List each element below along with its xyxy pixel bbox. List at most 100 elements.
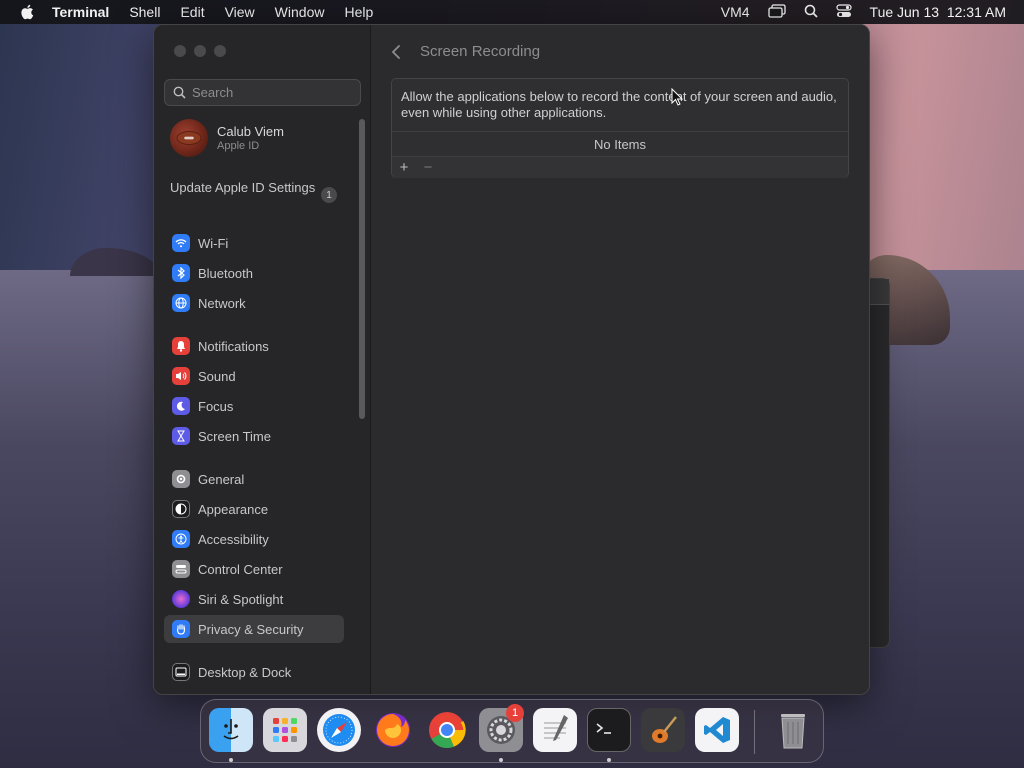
apple-id-account[interactable]: Calub Viem Apple ID [170,119,284,157]
screen-recording-pane: Screen Recording Allow the applications … [371,25,869,694]
menu-bar: Terminal Shell Edit View Window Help VM4… [0,0,1024,24]
clock-datetime[interactable]: Tue Jun 13 12:31 AM [870,4,1006,20]
sidebar-item-label: Bluetooth [198,265,253,281]
sidebar-item-label: Network [198,295,246,311]
search-icon [173,86,186,99]
menu-app-name[interactable]: Terminal [52,4,109,20]
wallpaper-island [70,248,160,276]
empty-list-text: No Items [392,131,848,157]
screen-recording-app-list: Allow the applications below to record t… [391,78,849,178]
sidebar-item-label: General [198,471,245,487]
sidebar-item-screen-time[interactable]: Screen Time [164,422,344,450]
page-title: Screen Recording [420,43,541,60]
hourglass-icon [172,427,190,445]
sidebar-item-wifi[interactable]: Wi-Fi [164,229,344,257]
sidebar-item-privacy-security[interactable]: Privacy & Security [164,615,344,643]
system-settings-badge: 1 [506,704,524,722]
update-count-badge: 1 [321,187,337,203]
spotlight-search-icon[interactable] [804,4,818,21]
dock: 1 [200,699,824,763]
dock-launchpad-icon[interactable] [263,708,307,752]
sidebar-item-label: Sound [198,368,236,384]
update-apple-id-settings[interactable]: Update Apple ID Settings [170,180,340,196]
sidebar-item-network[interactable]: Network [164,289,344,317]
sidebar-item-label: Notifications [198,338,269,354]
system-settings-window: Calub Viem Apple ID Update Apple ID Sett… [153,24,870,695]
control-center-icon[interactable] [835,3,852,21]
sidebar-item-accessibility[interactable]: Accessibility [164,525,344,553]
account-name: Calub Viem [217,124,284,139]
apple-menu-icon[interactable] [20,4,34,20]
list-controls: + − [392,157,848,178]
dock-textedit-icon[interactable] [533,708,577,752]
close-window-button[interactable] [174,45,186,57]
dock-safari-icon[interactable] [317,708,361,752]
sidebar-item-focus[interactable]: Focus [164,392,344,420]
window-switcher-icon[interactable] [767,3,786,21]
sidebar-item-label: Control Center [198,561,283,577]
dock-running-indicator [229,758,233,762]
appearance-icon [172,500,190,518]
bell-icon [172,337,190,355]
menu-bar-status: VM4 Tue Jun 13 12:31 AM [703,0,1006,24]
dock-finder-icon[interactable] [209,708,253,752]
dock-chrome-icon[interactable] [425,708,469,752]
dock-separator [754,710,755,754]
minimize-window-button[interactable] [194,45,206,57]
sidebar-item-appearance[interactable]: Appearance [164,495,344,523]
search-input[interactable] [192,85,352,100]
sidebar-item-notifications[interactable]: Notifications [164,332,344,360]
dock-icon [172,663,190,681]
dock-running-indicator [499,758,503,762]
gear-icon [172,470,190,488]
menu-view[interactable]: View [225,4,255,20]
globe-icon [172,294,190,312]
sidebar-item-label: Focus [198,398,234,414]
dock-garageband-icon[interactable] [641,708,685,752]
moon-icon [172,397,190,415]
settings-sidebar: Calub Viem Apple ID Update Apple ID Sett… [154,25,371,694]
dock-terminal-icon[interactable] [587,708,631,752]
sidebar-item-siri-spotlight[interactable]: Siri & Spotlight [164,585,344,613]
siri-icon [172,590,190,608]
sidebar-item-desktop-dock[interactable]: Desktop & Dock [164,658,344,686]
menu-edit[interactable]: Edit [180,4,204,20]
zoom-window-button[interactable] [214,45,226,57]
menu-window[interactable]: Window [275,4,325,20]
sidebar-item-general[interactable]: General [164,465,344,493]
speaker-icon [172,367,190,385]
back-chevron-icon[interactable] [391,43,405,61]
account-subtitle: Apple ID [217,140,260,152]
sidebar-item-label: Accessibility [198,531,269,547]
add-app-button[interactable]: + [392,159,416,176]
sidebar-item-label: Desktop & Dock [198,664,292,680]
dock-trash-icon[interactable] [771,708,815,752]
vm-status-label[interactable]: VM4 [721,4,750,20]
sidebar-item-sound[interactable]: Sound [164,362,344,390]
sidebar-item-control-center[interactable]: Control Center [164,555,344,583]
sidebar-item-label: Wi-Fi [198,235,229,251]
dock-vscode-icon[interactable] [695,708,739,752]
control-center-toggle-icon [172,560,190,578]
sidebar-scrollbar[interactable] [359,119,365,419]
dock-running-indicator [607,758,611,762]
sidebar-search [164,79,361,106]
dock-firefox-icon[interactable] [371,708,415,752]
sidebar-item-label: Appearance [198,501,269,517]
permission-description: Allow the applications below to record t… [401,89,837,120]
bluetooth-icon [172,264,190,282]
menu-shell[interactable]: Shell [129,4,160,20]
avatar [170,119,208,157]
mouse-cursor-icon [671,88,683,106]
football-icon [176,131,202,145]
window-traffic-lights [174,45,234,57]
menu-help[interactable]: Help [344,4,373,20]
remove-app-button[interactable]: − [416,159,440,176]
sidebar-item-label: Screen Time [198,428,271,444]
sidebar-item-label: Privacy & Security [198,621,304,637]
wifi-icon [172,234,190,252]
accessibility-icon [172,530,190,548]
sidebar-item-label: Siri & Spotlight [198,591,284,607]
hand-icon [172,620,190,638]
sidebar-item-bluetooth[interactable]: Bluetooth [164,259,344,287]
